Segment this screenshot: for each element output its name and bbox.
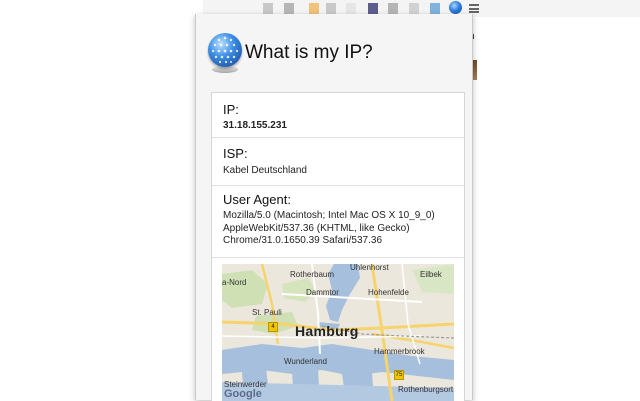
map-place-label: Dammtor xyxy=(306,288,339,297)
user-agent-section: User Agent: Mozilla/5.0 (Macintosh; Inte… xyxy=(212,185,464,258)
extension-icon[interactable] xyxy=(263,3,273,14)
location-map[interactable]: Uhlenhorst Rotherbaum Eilbek a-Nord Damm… xyxy=(222,264,454,401)
globe-icon[interactable] xyxy=(449,1,462,14)
map-place-label: St. Pauli xyxy=(252,308,282,317)
info-card: IP: 31.18.155.231 ISP: Kabel Deutschland… xyxy=(211,92,465,401)
extension-icon[interactable] xyxy=(284,3,294,14)
isp-value: Kabel Deutschland xyxy=(223,165,307,176)
isp-section: ISP: Kabel Deutschland xyxy=(212,137,464,186)
extension-icon[interactable] xyxy=(326,3,336,14)
background-page xyxy=(474,17,640,400)
user-agent-label: User Agent: xyxy=(223,192,291,207)
map-place-label: Eilbek xyxy=(420,270,442,279)
map-place-label: Rothenburgsort xyxy=(398,385,454,394)
map-place-label: Hohenfelde xyxy=(368,288,409,297)
extension-icon[interactable] xyxy=(430,3,440,14)
extension-icon[interactable] xyxy=(388,3,398,14)
road-number-badge: 75 xyxy=(394,370,404,380)
user-agent-line: Chrome/31.0.1650.39 Safari/537.36 xyxy=(223,235,382,246)
popup-title: What is my IP? xyxy=(245,42,373,63)
map-attribution[interactable]: Google xyxy=(224,388,262,400)
map-place-label: a-Nord xyxy=(222,278,247,287)
user-agent-line: Mozilla/5.0 (Macintosh; Intel Mac OS X 1… xyxy=(223,210,435,221)
menu-icon[interactable] xyxy=(469,4,479,13)
road-number-badge: 4 xyxy=(268,322,278,332)
map-place-label: Rotherbaum xyxy=(290,270,335,279)
map-place-label: Wunderland xyxy=(284,357,327,366)
globe-icon xyxy=(208,33,242,67)
ip-popup: What is my IP? IP: 31.18.155.231 ISP: Ka… xyxy=(195,14,473,401)
map-place-label: Hammerbrook xyxy=(374,347,425,356)
popup-header: What is my IP? xyxy=(196,14,472,84)
ip-section: IP: 31.18.155.231 xyxy=(212,93,464,138)
extension-icon[interactable] xyxy=(346,3,356,14)
map-place-label: Uhlenhorst xyxy=(350,264,389,272)
map-city-label: Hamburg xyxy=(295,323,359,339)
ip-value: 31.18.155.231 xyxy=(223,120,287,131)
ip-label: IP: xyxy=(223,102,239,117)
extension-icon[interactable] xyxy=(309,3,319,14)
globe-stand-icon xyxy=(212,66,238,73)
user-agent-line: AppleWebKit/537.36 (KHTML, like Gecko) xyxy=(223,222,410,234)
isp-label: ISP: xyxy=(223,146,248,161)
user-agent-value: Mozilla/5.0 (Macintosh; Intel Mac OS X 1… xyxy=(223,210,435,248)
extension-icon[interactable] xyxy=(409,3,419,14)
extension-icon[interactable] xyxy=(368,3,378,14)
